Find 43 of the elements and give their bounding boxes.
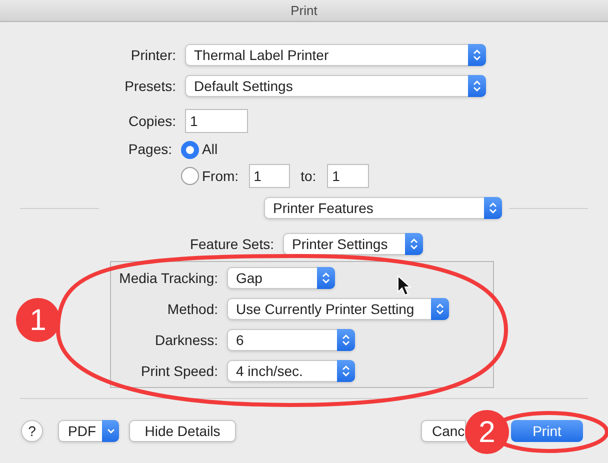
chevron-updown-icon: [489, 202, 497, 214]
field-label: Pages:: [127, 140, 173, 159]
chevron-updown-icon: [322, 272, 330, 284]
field-label: Print Speed:: [140, 362, 219, 381]
from-page-field[interactable]: 1: [248, 164, 290, 188]
to-page-field[interactable]: 1: [327, 164, 370, 188]
radio-button[interactable]: [181, 167, 199, 185]
printer-popup[interactable]: Thermal Label Printer: [185, 44, 486, 66]
chevron-updown-icon: [473, 80, 481, 92]
field-label: Method:: [166, 300, 219, 318]
chevron-updown-icon: [342, 365, 350, 377]
chevron-updown-icon: [473, 49, 481, 61]
chevron-updown-icon: [410, 238, 418, 250]
chevron-down-icon: [106, 428, 114, 434]
feature-sets-popup[interactable]: Printer Settings: [283, 233, 423, 255]
cancel-button[interactable]: Canc: [421, 420, 466, 442]
pdf-button[interactable]: PDF: [58, 420, 119, 442]
window-title: Print: [290, 2, 318, 20]
hide-details-button[interactable]: Hide Details: [129, 420, 236, 442]
radio-button[interactable]: [181, 140, 199, 158]
setting-popup[interactable]: Gap: [227, 267, 335, 289]
radio-label: All: [202, 140, 218, 159]
presets-popup[interactable]: Default Settings: [185, 75, 486, 97]
setting-popup[interactable]: 6: [227, 329, 355, 351]
section-popup[interactable]: Printer Features: [264, 197, 502, 219]
setting-popup[interactable]: 4 inch/sec.: [227, 360, 355, 382]
step-badge: 1: [16, 298, 60, 342]
radio-label: From:: [202, 166, 239, 186]
chevron-updown-icon: [342, 334, 350, 346]
cursor-icon: [398, 274, 412, 296]
field-label: to:: [300, 166, 316, 186]
step-badge: 2: [465, 410, 509, 454]
field-label: Darkness:: [154, 330, 219, 350]
field-label: Feature Sets:: [188, 234, 275, 254]
chevron-updown-icon: [436, 303, 444, 315]
copies-field[interactable]: 1: [185, 109, 248, 133]
help-button[interactable]: ?: [21, 420, 43, 442]
print-button[interactable]: Print: [511, 420, 583, 442]
field-label: Presets:: [124, 76, 177, 96]
setting-popup[interactable]: Use Currently Printer Setting: [227, 298, 449, 320]
field-label: Printer:: [130, 46, 177, 64]
field-label: Copies:: [128, 112, 177, 131]
field-label: Media Tracking:: [118, 268, 219, 288]
